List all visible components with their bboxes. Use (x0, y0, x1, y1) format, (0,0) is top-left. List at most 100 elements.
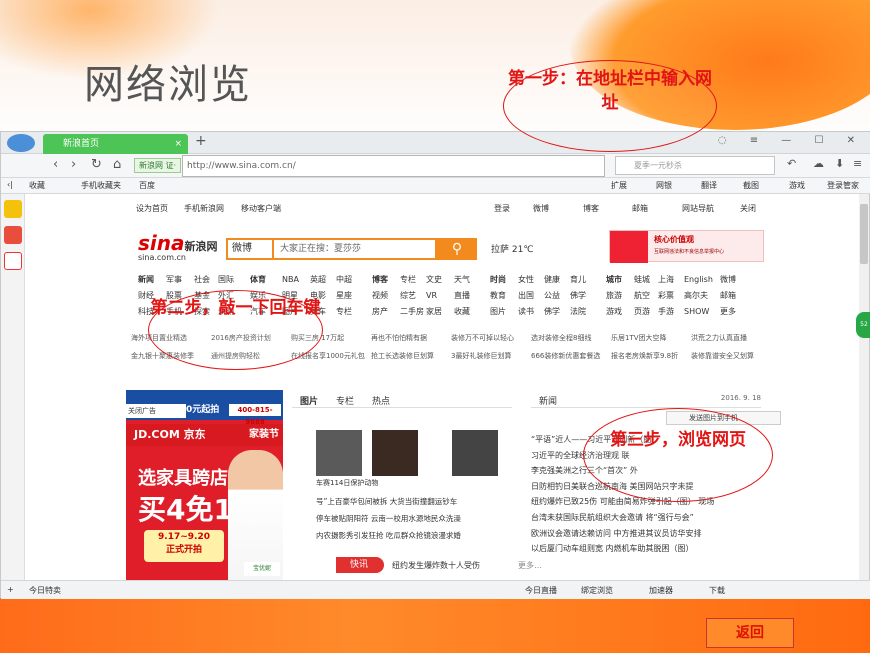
toolbar-games[interactable]: 游戏 (789, 180, 805, 191)
fav-mobile[interactable]: 手机收藏夹 (81, 180, 121, 191)
new-tab-button[interactable]: + (195, 133, 207, 149)
promo-link[interactable]: 抢工长选装修巨划算 (371, 347, 434, 365)
channel-link[interactable]: 佛学 (544, 304, 560, 320)
promo-link[interactable]: 666装修新优惠套餐选 (531, 347, 600, 365)
toolbar-translate[interactable]: 翻译 (701, 180, 717, 191)
star-icon[interactable] (4, 200, 22, 218)
vertical-scrollbar[interactable] (859, 194, 869, 580)
status-today-deals[interactable]: 今日特卖 (29, 585, 61, 596)
channel-link[interactable]: 女性 (518, 272, 534, 288)
channel-link[interactable]: 体育 (250, 272, 266, 288)
search-type-select[interactable]: 微博 (226, 238, 274, 260)
weibo-icon[interactable] (4, 226, 22, 244)
photo-caption[interactable]: 车赛114日保护动物 (316, 478, 378, 488)
channel-link[interactable]: 彩票 (658, 288, 674, 304)
channel-link[interactable]: 直播 (454, 288, 470, 304)
sina-logo[interactable]: sina新浪网 sina.com.cn (138, 231, 218, 265)
promo-link[interactable]: 乐居1TV团大空降 (611, 329, 667, 347)
promo-link[interactable]: 选对装修全程8细线 (531, 329, 591, 347)
channel-link[interactable]: 佛学 (570, 288, 586, 304)
sina-search-input[interactable]: 大家正在搜：夏莎莎 (272, 238, 437, 260)
nav-weibo[interactable]: 微博 (533, 203, 549, 214)
channel-link[interactable]: VR (426, 288, 442, 304)
nav-app[interactable]: 移动客户端 (241, 203, 281, 214)
promo-link[interactable]: 报名老房焕新享9.8折 (611, 347, 678, 365)
channel-link[interactable]: 上海 (658, 272, 674, 288)
news-item[interactable]: 停车被贴阴阳符 云南一校用水源地民众洗澡 (316, 510, 511, 527)
channel-link[interactable]: English (684, 272, 713, 288)
tab-news[interactable]: 新闻 (539, 394, 557, 407)
channel-link[interactable]: SHOW (684, 304, 713, 320)
promo-link[interactable]: 3最好礼装修巨划算 (451, 347, 511, 365)
weather-widget[interactable]: 拉萨 21℃ (491, 242, 533, 255)
promo-link[interactable]: 洪荒之力认真直播 (691, 329, 747, 347)
channel-link[interactable]: 法院 (570, 304, 586, 320)
toolbar-ebank[interactable]: 网银 (656, 180, 672, 191)
tab-columns[interactable]: 专栏 (336, 394, 354, 407)
forward-arrow-icon[interactable]: › (71, 157, 76, 172)
nav-blog[interactable]: 博客 (583, 203, 599, 214)
nav-login[interactable]: 登录 (494, 203, 510, 214)
channel-link[interactable]: 收藏 (454, 304, 470, 320)
ad-close-button[interactable]: 关闭广告 (126, 404, 186, 418)
channel-link[interactable]: 健康 (544, 272, 560, 288)
toolbar-login-manager[interactable]: 登录管家 (827, 180, 859, 191)
channel-link[interactable]: 家居 (426, 304, 442, 320)
channel-link[interactable]: 时尚 (490, 272, 506, 288)
nav-set-home[interactable]: 设为首页 (136, 203, 168, 214)
news-item[interactable]: 内农摄影秀引发狂抢 吃瓜群众抢镜浪漫求婚 (316, 527, 511, 544)
promo-link[interactable]: 装修靠谱安全又划算 (691, 347, 754, 365)
browser-search-input[interactable]: 夏季一元秒杀 (615, 156, 775, 175)
tab-close-icon[interactable]: × (174, 134, 182, 154)
status-accelerator[interactable]: 加速器 (649, 585, 673, 596)
news-item[interactable]: 号”上百豪华包间被拆 大货当街撞翻运钞车 (316, 493, 511, 510)
scrollbar-thumb[interactable] (860, 204, 868, 264)
channel-link[interactable]: 手游 (658, 304, 674, 320)
channel-link[interactable]: 邮箱 (720, 288, 736, 304)
news-item[interactable]: 欧洲议会邀请达赖访问 中方推进其议员访华安排 (531, 526, 761, 542)
cloud-icon[interactable]: ☁ (813, 157, 824, 170)
channel-link[interactable]: 军事 (166, 272, 182, 288)
address-bar[interactable]: http://www.sina.com.cn/ (182, 155, 605, 177)
channel-link[interactable]: 公益 (544, 288, 560, 304)
photo-thumb[interactable] (316, 430, 362, 476)
core-values-banner[interactable]: 核心价值观 互联网违法和不良信息举报中心 (609, 230, 764, 263)
nav-close[interactable]: 关闭 (740, 203, 756, 214)
channel-link[interactable]: 英超 (310, 272, 326, 288)
channel-link[interactable]: NBA (282, 272, 299, 288)
channel-link[interactable]: 国际 (218, 272, 234, 288)
sina-search-button[interactable]: ⚲ (437, 238, 477, 260)
tab-photos[interactable]: 图片 (300, 394, 318, 407)
undo-icon[interactable]: ↶ (787, 157, 796, 170)
nav-mail[interactable]: 邮箱 (632, 203, 648, 214)
channel-link[interactable]: 二手房 (400, 304, 424, 320)
fav-collect[interactable]: 收藏 (29, 180, 45, 191)
news-item[interactable]: 台湾未获国际民航组织大会邀请 将“强行与会” (531, 510, 761, 526)
side-float-badge[interactable]: 52 (856, 312, 870, 338)
channel-link[interactable]: 综艺 (400, 288, 424, 304)
channel-link[interactable]: 中超 (336, 272, 352, 288)
site-verify-badge[interactable]: 新浪网 证· (134, 158, 182, 173)
fav-toggle-icon[interactable]: ‹| (7, 180, 13, 189)
channel-link[interactable]: 出国 (518, 288, 534, 304)
channel-link[interactable]: 文史 (426, 272, 442, 288)
channel-link[interactable]: 页游 (634, 304, 650, 320)
nav-sitemap[interactable]: 网站导航 (682, 203, 714, 214)
channel-link[interactable]: 星座 (336, 288, 352, 304)
channel-link[interactable]: 视频 (372, 288, 388, 304)
channel-link[interactable]: 博客 (372, 272, 388, 288)
channel-link[interactable]: 育儿 (570, 272, 586, 288)
promo-link[interactable]: 再也不怕怕精有据 (371, 329, 427, 347)
nav-mobile-sina[interactable]: 手机新浪网 (184, 203, 224, 214)
jd-furniture-ad[interactable]: 关闭广告 0元起拍 400-815-9888 JD.COM 京东 家装节 选家具跨… (126, 390, 283, 580)
channel-link[interactable]: 天气 (454, 272, 470, 288)
channel-link[interactable]: 房产 (372, 304, 388, 320)
channel-link[interactable]: 高尔夫 (684, 288, 713, 304)
toolbar-screenshot[interactable]: 截图 (743, 180, 759, 191)
channel-link[interactable]: 游戏 (606, 304, 622, 320)
channel-link[interactable]: 教育 (490, 288, 506, 304)
back-arrow-icon[interactable]: ‹ (53, 157, 58, 172)
home-icon[interactable]: ⌂ (113, 157, 121, 172)
back-button[interactable]: 返回 (706, 618, 794, 648)
download-icon[interactable]: ⬇ (835, 157, 844, 170)
